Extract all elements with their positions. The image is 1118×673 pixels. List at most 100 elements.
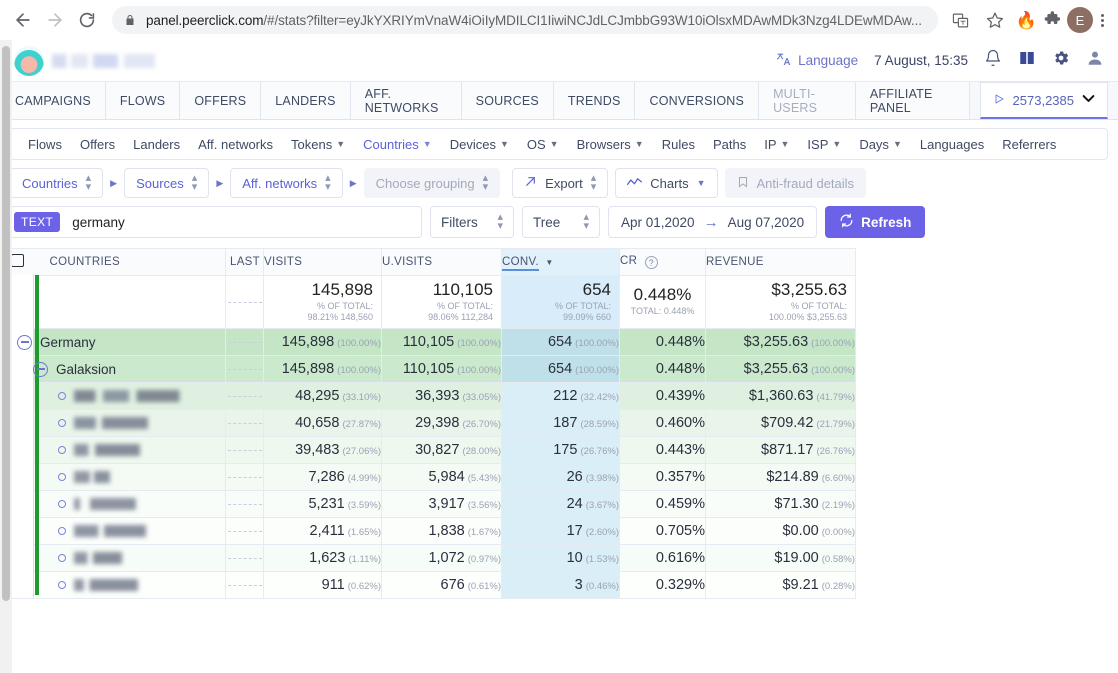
col-last[interactable]: LAST <box>225 248 264 276</box>
bookmark-button[interactable] <box>980 5 1010 35</box>
col-conv[interactable]: CONV. ▼ <box>501 248 620 276</box>
subnav-item-devices[interactable]: Devices ▼ <box>441 137 518 152</box>
date-range-picker[interactable]: Apr 01,2020 → Aug 07,2020 <box>608 206 818 238</box>
subnav-item-referrers[interactable]: Referrers <box>993 137 1065 152</box>
row-name-cell[interactable]: Galaksion <box>10 355 226 383</box>
flame-icon[interactable]: 🔥 <box>1016 12 1037 29</box>
row-name-cell[interactable] <box>10 463 226 491</box>
settings-button[interactable] <box>1052 49 1070 72</box>
col-revenue[interactable]: REVENUE <box>705 248 856 276</box>
notifications-button[interactable] <box>984 49 1002 72</box>
subnav-item-rules[interactable]: Rules <box>653 137 704 152</box>
grouping-level-2[interactable]: Sources ▴ ▾ <box>124 168 210 198</box>
subnav-item-flows[interactable]: Flows <box>19 137 71 152</box>
browser-menu-button[interactable] <box>1099 13 1110 27</box>
leaf-bullet-icon[interactable] <box>58 581 66 589</box>
row-name-cell[interactable] <box>10 436 226 464</box>
tab-multi-users[interactable]: MULTI-USERS <box>759 82 856 119</box>
table-row[interactable]: 5,231 (3.59%) 3,917 (3.56%) 24 (3.67%) 0.45… <box>10 490 856 518</box>
subnav-item-isp[interactable]: ISP ▼ <box>798 137 850 152</box>
grouping-level-1[interactable]: Countries ▴ ▾ <box>10 168 104 198</box>
app-logo[interactable] <box>14 45 172 76</box>
col-visits[interactable]: VISITS <box>263 248 382 276</box>
stats-table: COUNTRIES LAST VISITS U.VISITS CONV. ▼ C… <box>10 248 856 599</box>
leaf-bullet-icon[interactable] <box>58 554 66 562</box>
table-row[interactable]: 911 (0.62%) 676 (0.61%) 3 (0.46%) 0.329% $9… <box>10 571 856 599</box>
tab-trends[interactable]: TRENDS <box>553 82 636 119</box>
subnav-item-browsers[interactable]: Browsers ▼ <box>568 137 653 152</box>
date-from: Apr 01,2020 <box>621 214 695 230</box>
table-row[interactable]: 40,658 (27.87%) 29,398 (26.70%) 187 (28.59%… <box>10 409 856 437</box>
collapse-toggle-icon[interactable] <box>17 334 32 350</box>
tab-landers[interactable]: LANDERS <box>261 82 351 119</box>
subnav-item-offers[interactable]: Offers <box>71 137 124 152</box>
subnav-item-tokens[interactable]: Tokens ▼ <box>282 137 354 152</box>
row-name-cell[interactable] <box>10 409 226 437</box>
subnav-item-landers[interactable]: Landers <box>124 137 189 152</box>
grouping-level-4[interactable]: Choose grouping ▴ ▾ <box>363 168 501 198</box>
help-icon[interactable]: ? <box>644 256 658 269</box>
leaf-bullet-icon[interactable] <box>58 446 66 454</box>
tab-aff-networks[interactable]: AFF. NETWORKS <box>350 82 462 119</box>
tab-conversions[interactable]: CONVERSIONS <box>635 82 760 119</box>
table-row[interactable]: 1,623 (1.11%) 1,072 (0.97%) 10 (1.53%) 0.61… <box>10 544 856 572</box>
tab-sources[interactable]: SOURCES <box>461 82 554 119</box>
leaf-bullet-icon[interactable] <box>58 392 66 400</box>
reload-button[interactable] <box>72 5 102 35</box>
tab-offers[interactable]: OFFERS <box>180 82 262 119</box>
subnav-item-countries[interactable]: Countries ▼ <box>354 137 441 152</box>
row-name-cell[interactable] <box>10 571 226 599</box>
table-row[interactable]: 7,286 (4.99%) 5,984 (5.43%) 26 (3.98%) 0.35… <box>10 463 856 491</box>
table-row[interactable]: 48,295 (33.10%) 36,393 (33.05%) 212 (32.42%… <box>10 382 856 410</box>
row-uvisits-cell: 36,393 (33.05%) <box>381 382 502 410</box>
campaign-selector[interactable]: 2573,2385 <box>979 82 1108 119</box>
row-name-cell[interactable] <box>10 517 226 545</box>
forward-button[interactable] <box>40 5 70 35</box>
filters-dropdown[interactable]: Filters ▴ ▾ <box>430 206 514 238</box>
profile-avatar[interactable]: E <box>1067 7 1093 33</box>
subnav-item-os[interactable]: OS ▼ <box>518 137 568 152</box>
search-input[interactable]: TEXT germany <box>10 206 422 238</box>
col-cr[interactable]: CR ? <box>619 248 706 276</box>
subnav-item-languages[interactable]: Languages <box>911 137 993 152</box>
subnav-item-ip[interactable]: IP ▼ <box>755 137 798 152</box>
export-button[interactable]: Export ▴ ▾ <box>512 168 609 198</box>
row-name-cell[interactable]: Germany <box>10 328 226 356</box>
collapse-toggle-icon[interactable] <box>33 361 48 377</box>
table-row[interactable]: Galaksion 145,898 (100.00%) 110,105 (100.0… <box>10 355 856 383</box>
table-row[interactable]: 2,411 (1.65%) 1,838 (1.67%) 17 (2.60%) 0.70… <box>10 517 856 545</box>
subnav-item-aff-networks[interactable]: Aff. networks <box>189 137 282 152</box>
leaf-bullet-icon[interactable] <box>58 473 66 481</box>
address-bar[interactable]: panel.peerclick.com/#/stats?filter=eyJkY… <box>112 6 938 34</box>
leaf-bullet-icon[interactable] <box>58 419 66 427</box>
puzzle-icon[interactable] <box>1043 9 1061 32</box>
subnav-item-paths[interactable]: Paths <box>704 137 755 152</box>
tab-flows[interactable]: FLOWS <box>105 82 181 119</box>
leaf-bullet-icon[interactable] <box>58 527 66 535</box>
account-button[interactable] <box>1086 49 1104 72</box>
tab-affiliate-panel[interactable]: AFFILIATE PANEL <box>855 82 970 119</box>
search-mode-badge[interactable]: TEXT <box>14 212 61 232</box>
table-row[interactable]: Germany 145,898 (100.00%) 110,105 (100.00%… <box>10 328 856 356</box>
subnav-item-days[interactable]: Days ▼ <box>850 137 911 152</box>
row-name-cell[interactable] <box>10 544 226 572</box>
translate-button[interactable] <box>946 5 976 35</box>
select-all-checkbox[interactable] <box>11 254 24 267</box>
leaf-bullet-icon[interactable] <box>58 500 66 508</box>
anti-fraud-button[interactable]: Anti-fraud details <box>724 168 867 198</box>
grouping-level-3[interactable]: Aff. networks ▴ ▾ <box>230 168 343 198</box>
table-row[interactable]: 39,483 (27.06%) 30,827 (28.00%) 175 (26.76%… <box>10 436 856 464</box>
charts-button[interactable]: Charts ▼ <box>615 168 718 198</box>
refresh-button[interactable]: Refresh <box>825 206 926 238</box>
docs-button[interactable] <box>1018 49 1036 72</box>
row-name-cell[interactable] <box>10 382 226 410</box>
tree-view-dropdown[interactable]: Tree ▴ ▾ <box>522 206 600 238</box>
tab-campaigns[interactable]: CAMPAIGNS <box>0 82 106 119</box>
row-name-cell[interactable] <box>10 490 226 518</box>
page-scrollbar-thumb[interactable] <box>2 46 10 601</box>
language-button[interactable]: Language <box>776 51 858 70</box>
back-button[interactable] <box>8 5 38 35</box>
col-countries[interactable]: COUNTRIES <box>10 248 226 276</box>
col-uvisits[interactable]: U.VISITS <box>381 248 502 276</box>
row-uvisits-cell: 676 (0.61%) <box>381 571 502 599</box>
